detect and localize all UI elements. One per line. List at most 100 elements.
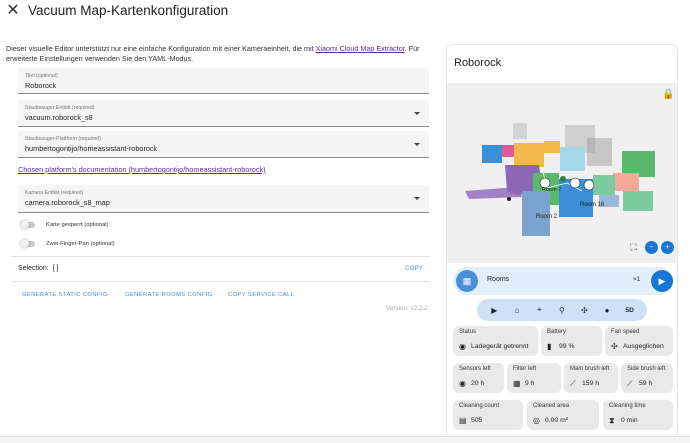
tile-value: Ausgeglichen: [623, 343, 664, 350]
eye-icon: ◉: [459, 379, 466, 388]
tile-label: Sensors left: [459, 366, 491, 372]
tile-value: 159 h: [582, 380, 600, 387]
repeat-count[interactable]: ×1: [633, 276, 640, 283]
generate-static-config-button[interactable]: GENERATE STATIC CONFIG: [22, 292, 108, 298]
dialog-title: Vacuum Map-Kartenkonfiguration: [28, 3, 229, 18]
floorplan-image: [465, 123, 655, 236]
tile-label: Battery: [547, 329, 567, 335]
map-locked-label: Karte gesperrt (optional): [46, 222, 109, 228]
dialog-footer: [0, 436, 690, 443]
cleaning-count-tile: Cleaning count ▤ 505: [453, 400, 523, 430]
room-label: Room 7: [542, 187, 562, 193]
tile-label: Side brush left: [627, 366, 666, 372]
pin-icon[interactable]: ⚲: [554, 306, 570, 315]
target-icon[interactable]: ⌖: [531, 305, 547, 315]
zoom-in-icon[interactable]: +: [661, 241, 674, 254]
selection-readout: Selection: [ ]: [18, 265, 58, 272]
fan-speed-tile: Fan speed ✣ Ausgeglichen: [605, 326, 673, 356]
two-finger-pan-toggle[interactable]: [20, 239, 35, 248]
sensors-left-tile: Sensors left ◉ 20 h: [453, 363, 504, 393]
card-title: Roborock: [454, 57, 502, 69]
camera-entity-value[interactable]: camera.roborock_s8_map: [25, 198, 110, 207]
mode-selector[interactable]: ▦ Rooms ×1 ▶: [453, 267, 673, 295]
water-icon[interactable]: ●: [599, 306, 615, 315]
tile-label: Cleaned area: [533, 403, 570, 409]
camera-entity-label: Kamera Entität (required): [25, 190, 84, 196]
fan-icon: ✣: [611, 342, 618, 351]
title-field-value[interactable]: Roborock: [25, 81, 56, 90]
tile-value: 0.00 m²: [545, 417, 569, 424]
version-label: Version: v2.2.2: [386, 305, 428, 312]
chevron-down-icon[interactable]: [414, 197, 420, 200]
vacuum-entity-value[interactable]: vacuum.roborock_s8: [25, 113, 93, 122]
vacuum-map[interactable]: Room 7 Room 2 Room 16: [447, 83, 677, 263]
tile-label: Main brush left: [570, 366, 610, 372]
divider: [12, 281, 430, 282]
vacuum-platform-select[interactable]: Staubsauger-Plattform (required) humbert…: [18, 131, 429, 158]
side-brush-left-tile: Side brush left ⟋ 59 h: [621, 363, 673, 393]
tile-label: Cleaning count: [459, 403, 500, 409]
dialog-header: ✕ Vacuum Map-Kartenkonfiguration: [0, 0, 690, 28]
battery-icon: ▮: [547, 342, 552, 351]
vacuum-platform-label: Staubsauger-Plattform (required): [25, 136, 101, 142]
rooms-mode-icon[interactable]: ▦: [456, 270, 478, 292]
room-label: Room 16: [580, 202, 605, 208]
divider: [12, 256, 430, 257]
5d-button[interactable]: 5D: [622, 307, 638, 314]
brush-icon: ⟋: [627, 379, 633, 388]
status-icon: ◉: [459, 342, 466, 351]
fan-icon[interactable]: ✣: [577, 306, 593, 315]
close-icon[interactable]: ✕: [6, 3, 20, 19]
copy-button[interactable]: COPY: [405, 266, 423, 272]
two-finger-pan-label: Zwei-Finger-Pan (optional): [46, 241, 115, 247]
tile-label: Fan speed: [611, 329, 640, 335]
title-field-label: Titel (optional): [25, 73, 58, 79]
play-icon[interactable]: ▶: [651, 270, 673, 292]
chevron-down-icon[interactable]: [414, 112, 420, 115]
home-icon[interactable]: ⌂: [509, 306, 525, 315]
counter-icon: ▤: [459, 416, 467, 425]
selection-value: [ ]: [52, 265, 59, 272]
cloud-map-extractor-link[interactable]: Xiaomi Cloud Map Extractor: [316, 44, 405, 53]
hourglass-icon: ⧗: [609, 416, 615, 425]
action-bar: ▶ ⌂ ⌖ ⚲ ✣ ● 5D: [477, 299, 647, 321]
filter-icon: ▦: [513, 379, 521, 388]
tile-value: 20 h: [471, 380, 485, 387]
tile-value: 99 %: [559, 343, 575, 350]
camera-entity-select[interactable]: Kamera Entität (required) camera.roboroc…: [18, 185, 429, 213]
battery-tile: Battery ▮ 99 %: [541, 326, 602, 356]
status-tile: Status ◉ Ladegerät getrennt: [453, 326, 538, 356]
zoom-out-icon[interactable]: −: [645, 241, 658, 254]
play-icon[interactable]: ▶: [486, 306, 502, 315]
tile-value: 59 h: [639, 380, 653, 387]
map-locked-toggle[interactable]: [20, 220, 35, 229]
intro-text: Dieser visuelle Editor unterstützt nur e…: [6, 44, 426, 64]
vacuum-card-preview: Roborock Room 7 Room 2 Room 16 🔒 ⛶ − + ▦…: [446, 44, 678, 439]
vacuum-entity-select[interactable]: Staubsauger Entität (required) vacuum.ro…: [18, 100, 429, 127]
tile-label: Cleaning time: [609, 403, 646, 409]
intro-text-part: Dieser visuelle Editor unterstützt nur e…: [6, 44, 316, 53]
fit-view-icon[interactable]: ⛶: [627, 241, 640, 254]
chevron-down-icon[interactable]: [414, 143, 420, 146]
filter-left-tile: Filter left ▦ 9 h: [507, 363, 561, 393]
tile-label: Filter left: [513, 366, 537, 372]
tile-value: 505: [471, 417, 483, 424]
lock-icon[interactable]: 🔒: [662, 89, 674, 100]
room-label: Room 2: [536, 214, 558, 220]
tile-value: 0 min: [621, 417, 638, 424]
vacuum-entity-label: Staubsauger Entität (required): [25, 105, 95, 111]
title-field[interactable]: Titel (optional) Roborock: [18, 68, 429, 94]
mode-label: Rooms: [487, 276, 510, 283]
cleaned-area-tile: Cleaned area ◎ 0.00 m²: [527, 400, 599, 430]
selection-label: Selection:: [18, 265, 49, 272]
tile-value: Ladegerät getrennt: [471, 343, 529, 350]
brush-icon: ⟋: [570, 379, 576, 388]
area-icon: ◎: [533, 416, 540, 425]
cleaning-time-tile: Cleaning time ⧗ 0 min: [603, 400, 673, 430]
generate-rooms-config-button[interactable]: GENERATE ROOMS CONFIG: [125, 292, 213, 298]
copy-service-call-button[interactable]: COPY SERVICE CALL: [228, 292, 294, 298]
tile-label: Status: [459, 329, 477, 335]
vacuum-platform-value[interactable]: humbertogontijo/homeassistant-roborock: [25, 144, 157, 153]
platform-documentation-link[interactable]: Chosen platform's documentation (humbert…: [18, 165, 266, 174]
main-brush-left-tile: Main brush left ⟋ 159 h: [564, 363, 618, 393]
